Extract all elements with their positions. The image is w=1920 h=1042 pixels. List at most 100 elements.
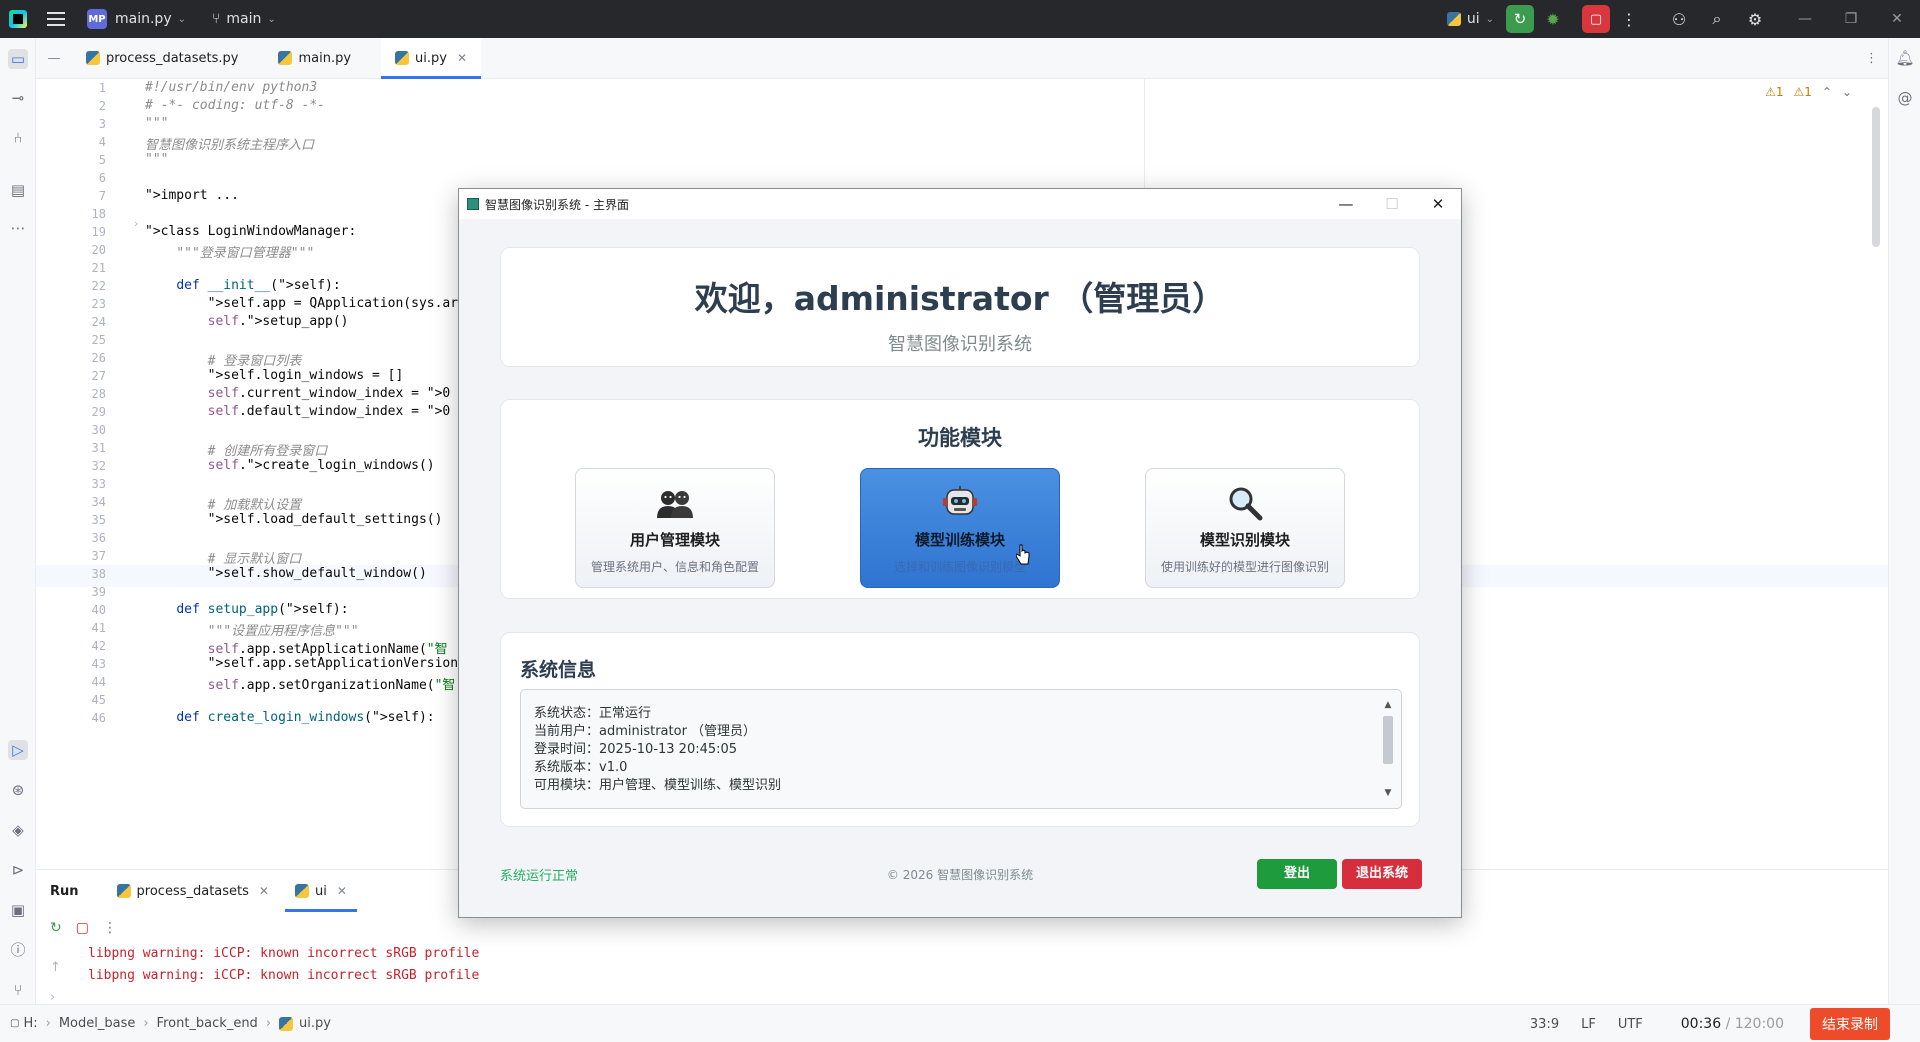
code-line[interactable]: #!/usr/bin/env python3 <box>145 80 317 95</box>
code-line[interactable]: 智慧图像识别系统主程序入口 <box>145 134 314 153</box>
notifications-icon[interactable]: 🔔︎ <box>1895 48 1915 68</box>
breadcrumb-item[interactable]: Front_back_end <box>157 1016 258 1031</box>
code-line[interactable]: """设置应用程序信息""" <box>145 620 359 639</box>
code-line[interactable]: def create_login_windows(">self): <box>145 710 434 725</box>
code-line[interactable]: ">import ... <box>145 188 239 203</box>
project-folder-icon[interactable]: ▭ <box>8 49 28 69</box>
code-line[interactable]: ">self.load_default_settings() <box>145 512 443 527</box>
restore-icon[interactable]: ❐ <box>1828 11 1874 27</box>
ai-assistant-icon[interactable]: @ <box>1895 88 1915 108</box>
add-user-icon[interactable]: ⚇ <box>1660 10 1698 29</box>
logout-button[interactable]: 登出 <box>1257 859 1337 889</box>
model-recognition-module-button[interactable]: 模型识别模块 使用训练好的模型进行图像识别 <box>1145 468 1345 588</box>
code-line[interactable]: def setup_app(">self): <box>145 602 348 617</box>
system-info-textbox[interactable]: 系统状态：正常运行 当前用户：administrator （管理员） 登录时间：… <box>520 689 1402 809</box>
code-line[interactable]: ">self.show_default_window() <box>145 566 427 581</box>
fold-marker-icon[interactable]: › <box>134 217 138 230</box>
code-line[interactable]: self.app.setOrganizationName("智 <box>145 674 456 693</box>
structure-icon[interactable]: ▤ <box>8 180 28 200</box>
model-training-module-button[interactable]: 模型训练模块 选择和训练图像识别模型 <box>860 468 1060 588</box>
minimize-icon[interactable]: — <box>1323 189 1369 219</box>
code-line[interactable]: """ <box>145 116 168 131</box>
code-line[interactable]: self.">setup_app() <box>145 314 349 329</box>
project-badge[interactable]: MP <box>87 9 107 29</box>
code-line[interactable]: self.">create_login_windows() <box>145 458 435 473</box>
code-line[interactable]: ">self.app = QApplication(sys.arg <box>145 296 466 311</box>
rerun-icon[interactable]: ↻ <box>1506 5 1534 33</box>
code-line[interactable]: """登录窗口管理器""" <box>145 242 314 261</box>
minimize-icon[interactable]: — <box>1782 11 1828 27</box>
inspection-widget[interactable]: ⚠1 ⚠1 ⌃ ⌄ <box>1765 85 1852 99</box>
breadcrumb-item[interactable]: ui.py <box>299 1016 331 1031</box>
app-window-titlebar[interactable]: 智慧图像识别系统 - 主界面 — ☐ ✕ <box>459 189 1461 219</box>
end-recording-button[interactable]: 结束录制 <box>1810 1008 1890 1040</box>
close-icon[interactable]: ✕ <box>1874 11 1920 27</box>
code-line[interactable]: # 加载默认设置 <box>145 494 302 513</box>
line-separator[interactable]: LF <box>1581 1017 1596 1032</box>
code-line[interactable]: """ <box>145 152 168 167</box>
more-actions-icon[interactable]: ⋮ <box>1610 10 1648 29</box>
commit-icon[interactable]: ⊸ <box>8 88 28 108</box>
chevron-up-icon[interactable]: ⌃ <box>1822 85 1832 99</box>
close-tab-icon[interactable]: ✕ <box>259 884 269 898</box>
chevron-down-icon[interactable]: ⌄ <box>1842 85 1852 99</box>
expand-icon[interactable]: › <box>50 990 55 1005</box>
code-line[interactable]: def __init__(">self): <box>145 278 340 293</box>
exit-system-button[interactable]: 退出系统 <box>1342 859 1422 889</box>
run-tab-process-datasets[interactable]: process_datasets ✕ <box>107 870 279 912</box>
services-icon[interactable]: ⊳ <box>8 860 28 880</box>
more-actions-icon[interactable]: ⋮ <box>103 920 117 936</box>
close-tab-icon[interactable]: ✕ <box>457 51 467 65</box>
code-line[interactable]: # 显示默认窗口 <box>145 548 302 567</box>
module-title: 用户管理模块 <box>629 531 720 549</box>
stop-icon[interactable]: ▢ <box>76 920 89 936</box>
debug-icon[interactable]: ✹ <box>1534 10 1572 29</box>
tab-actions-icon[interactable]: — <box>36 51 72 66</box>
scroll-up-arrow-icon[interactable]: ▲ <box>1381 700 1395 710</box>
code-line[interactable]: ">self.login_windows = [] <box>145 368 404 383</box>
rerun-icon[interactable]: ↻ <box>50 920 62 936</box>
run-tab-ui[interactable]: ui ✕ <box>284 870 357 912</box>
tab-overflow-icon[interactable]: ⋮ <box>1865 51 1878 66</box>
code-line[interactable]: # 创建所有登录窗口 <box>145 440 328 459</box>
stop-icon[interactable]: ▢ <box>1582 5 1610 33</box>
python-packages-icon[interactable]: ⊛ <box>8 780 28 800</box>
terminal-icon[interactable]: ▣ <box>8 900 28 920</box>
cursor-position[interactable]: 33:9 <box>1530 1017 1559 1032</box>
gear-icon[interactable]: ⚙ <box>1736 10 1774 29</box>
run-tool-icon[interactable]: ▷ <box>8 740 28 760</box>
problems-icon[interactable]: ⓘ <box>8 940 28 960</box>
scroll-down-arrow-icon[interactable]: ▼ <box>1381 788 1395 798</box>
scroll-thumb[interactable] <box>1383 716 1393 764</box>
code-line[interactable]: self.default_window_index = ">0 <box>145 404 451 419</box>
git-icon[interactable]: ⑂ <box>8 980 28 1000</box>
run-config-selector[interactable]: ui ⌄ <box>1446 0 1494 38</box>
info-scrollbar[interactable]: ▲ ▼ <box>1381 700 1395 800</box>
tab-process-datasets[interactable]: process_datasets.py <box>72 38 252 79</box>
tab-main-py[interactable]: main.py <box>264 38 365 79</box>
branch-selector[interactable]: ⑂ main ⌄ <box>186 0 276 38</box>
code-line[interactable]: self.current_window_index = ">0 <box>145 386 451 401</box>
project-selector[interactable]: main.py ⌄ <box>115 0 186 38</box>
code-line[interactable]: self.app.setApplicationName("智 <box>145 638 448 657</box>
file-encoding[interactable]: UTF <box>1618 1017 1643 1032</box>
more-tools-icon[interactable]: ⋯ <box>8 218 28 238</box>
pull-requests-icon[interactable]: ⑃ <box>8 128 28 148</box>
breadcrumb-item[interactable]: Model_base <box>59 1016 136 1031</box>
tab-ui-py[interactable]: ui.py ✕ <box>381 37 482 79</box>
scroll-up-icon[interactable]: ↑ <box>50 960 61 975</box>
code-line[interactable]: ">self.app.setApplicationVersion( <box>145 656 466 671</box>
code-line[interactable]: # 登录窗口列表 <box>145 350 302 369</box>
git-branch-icon: ⑂ <box>212 11 221 27</box>
search-icon[interactable]: ⌕ <box>1698 9 1736 29</box>
user-management-module-button[interactable]: 用户管理模块 管理系统用户、信息和角色配置 <box>575 468 775 588</box>
layers-icon[interactable]: ◈ <box>8 820 28 840</box>
close-tab-icon[interactable]: ✕ <box>337 884 347 898</box>
code-line[interactable]: # -*- coding: utf-8 -*- <box>145 98 325 113</box>
console-line: libpng warning: iCCP: known incorrect sR… <box>88 968 480 983</box>
code-line[interactable]: ">class LoginWindowManager: <box>145 224 356 239</box>
breadcrumb-item[interactable]: H: <box>23 1016 37 1031</box>
close-icon[interactable]: ✕ <box>1415 189 1461 219</box>
main-menu-icon[interactable] <box>47 12 65 26</box>
editor-scrollbar[interactable] <box>1872 107 1880 247</box>
